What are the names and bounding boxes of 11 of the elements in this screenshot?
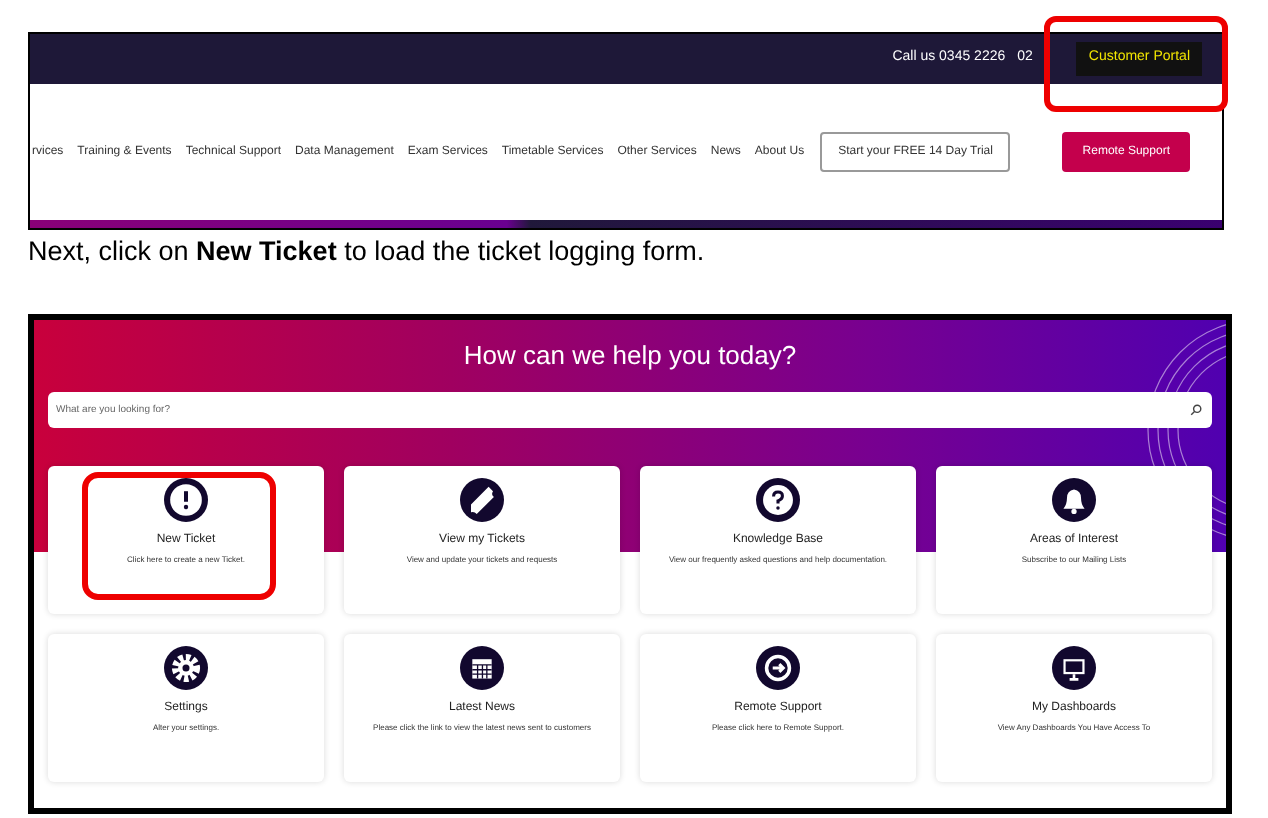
calendar-icon xyxy=(460,646,504,690)
arrow-circle-icon xyxy=(756,646,800,690)
ticket-icon xyxy=(460,478,504,522)
monitor-icon xyxy=(1052,646,1096,690)
question-icon xyxy=(756,478,800,522)
instruction-text: Next, click on New Ticket to load the ticket logging form. xyxy=(28,234,707,270)
page-title: How can we help you today? xyxy=(461,340,799,372)
exclamation-icon xyxy=(164,478,208,522)
search-icon xyxy=(1190,404,1202,416)
bell-icon xyxy=(1052,478,1096,522)
gear-icon xyxy=(164,646,208,690)
